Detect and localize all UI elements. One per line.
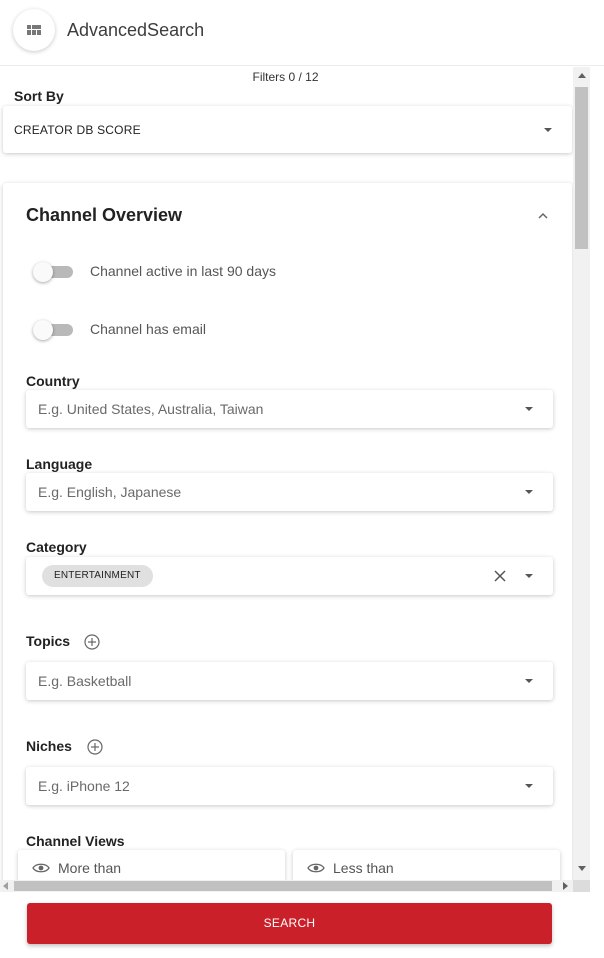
niches-select[interactable]: E.g. iPhone 12 [26,767,553,805]
active-90-days-label: Channel active in last 90 days [90,263,276,279]
has-email-toggle[interactable] [33,319,73,340]
channel-overview-title: Channel Overview [26,205,183,225]
category-select[interactable]: ENTERTAINMENT [26,557,553,595]
dropdown-arrow-icon [525,490,533,494]
niches-placeholder: E.g. iPhone 12 [38,778,130,794]
scroll-up-arrow[interactable] [578,73,586,78]
views-less-than-placeholder: Less than [333,860,394,876]
dropdown-arrow-icon [544,128,552,132]
app-header: AdvancedSearch [0,0,604,66]
topics-placeholder: E.g. Basketball [38,673,132,689]
sort-by-value: CREATOR DB SCORE [14,123,141,137]
channel-views-label: Channel Views [26,833,125,849]
topics-label: Topics [26,633,71,649]
dropdown-arrow-icon [525,679,533,683]
scroll-left-arrow[interactable] [3,882,8,890]
dashboard-icon [27,25,41,35]
sort-by-select[interactable]: CREATOR DB SCORE [3,106,572,153]
eye-icon [32,863,50,873]
niches-label: Niches [26,738,72,754]
dropdown-arrow-icon [525,784,533,788]
views-more-than-input[interactable]: More than [18,850,285,880]
views-more-than-placeholder: More than [58,860,122,876]
topics-select[interactable]: E.g. Basketball [26,662,553,700]
app-title: AdvancedSearch [67,20,205,40]
dropdown-arrow-icon [525,574,533,578]
dropdown-arrow-icon [525,407,533,411]
language-select[interactable]: E.g. English, Japanese [26,473,553,511]
scrollbar-corner [573,880,590,892]
country-select[interactable]: E.g. United States, Australia, Taiwan [26,390,553,428]
search-button[interactable]: SEARCH [27,903,552,944]
category-chip[interactable]: ENTERTAINMENT [42,565,153,587]
vertical-scroll-thumb[interactable] [575,87,588,249]
horizontal-scroll-thumb[interactable] [14,881,552,891]
add-niche-icon[interactable] [87,739,103,755]
country-placeholder: E.g. United States, Australia, Taiwan [38,401,264,417]
add-topic-icon[interactable] [84,634,100,650]
category-label: Category [26,539,87,555]
chevron-up-icon[interactable] [536,211,550,221]
language-placeholder: E.g. English, Japanese [38,484,182,500]
horizontal-scrollbar[interactable] [0,880,573,892]
scroll-right-arrow[interactable] [563,882,568,890]
filters-count: Filters 0 / 12 [252,70,319,84]
filters-panel: Filters 0 / 12 Sort By CREATOR DB SCORE … [0,67,590,880]
sort-by-label: Sort By [14,88,64,104]
scroll-down-arrow[interactable] [578,866,586,871]
channel-overview-card: Channel Overview Channel active in last … [3,183,572,880]
clear-icon[interactable] [493,569,507,583]
country-label: Country [26,373,80,389]
active-90-days-toggle[interactable] [33,261,73,282]
has-email-label: Channel has email [90,321,206,337]
vertical-scrollbar[interactable] [573,67,590,880]
dashboard-menu-button[interactable] [13,9,55,51]
eye-icon [307,863,325,873]
language-label: Language [26,456,93,472]
views-less-than-input[interactable]: Less than [293,850,560,880]
